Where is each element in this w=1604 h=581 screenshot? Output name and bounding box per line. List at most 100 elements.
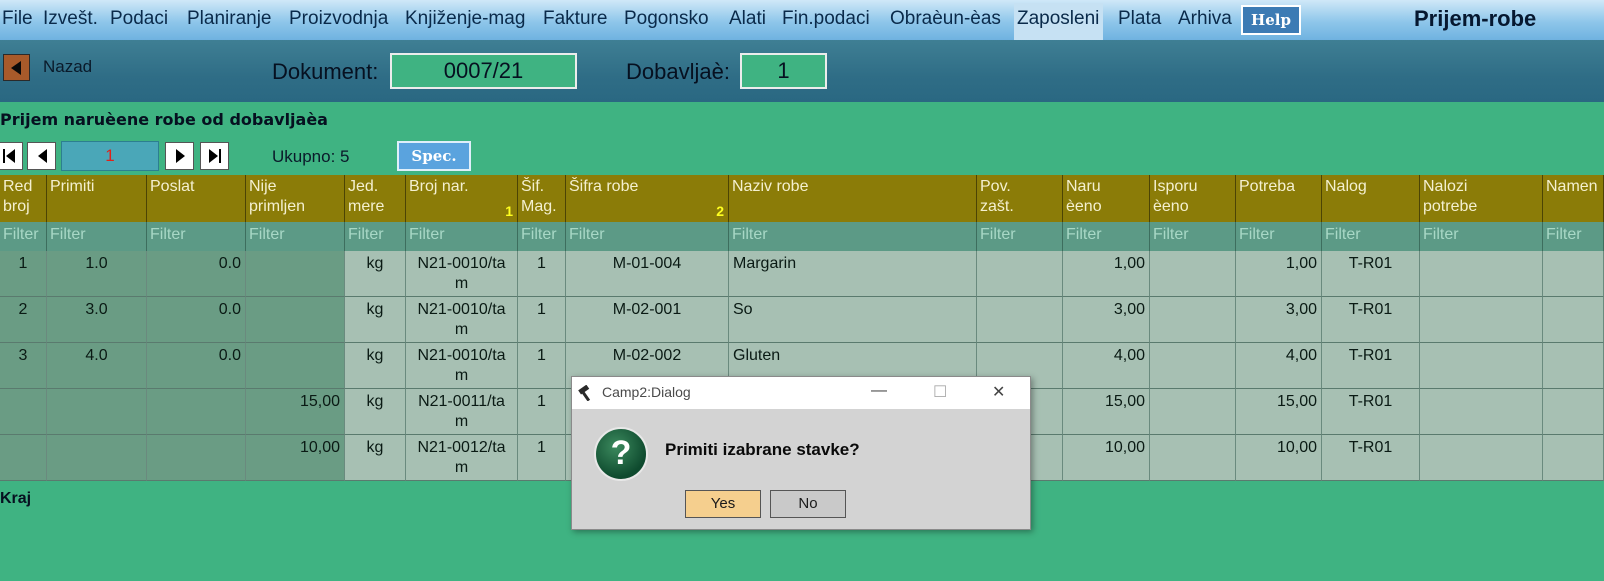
back-label: Nazad: [43, 57, 93, 76]
column-header-broj-nar[interactable]: Broj nar. 1: [406, 175, 518, 222]
document-field[interactable]: 0007/21: [390, 53, 577, 89]
help-button[interactable]: Help: [1241, 5, 1301, 35]
menu-fakture[interactable]: Fakture: [543, 8, 607, 30]
column-header-namena[interactable]: Namen: [1543, 175, 1604, 222]
previous-page-button[interactable]: [27, 142, 56, 170]
cell-naruceno: 10,00: [1063, 435, 1150, 481]
menu-pogonsko[interactable]: Pogonsko: [624, 8, 709, 30]
column-header-sifra-robe[interactable]: Šifra robe 2: [566, 175, 729, 222]
cell-nije-primljen: [246, 297, 345, 343]
document-label: Dokument:: [272, 59, 379, 84]
filter-input-sif-mag[interactable]: Filter: [518, 222, 566, 251]
menu-fin-podaci[interactable]: Fin.podaci: [782, 8, 870, 30]
table-row[interactable]: 2 3.0 0.0 kg N21-0010/ta m 1 M-02-001 So 3,00 3,0…: [0, 297, 1604, 343]
column-header-poslat[interactable]: Poslat: [147, 175, 246, 222]
cell-naziv-robe: So: [729, 297, 977, 343]
menu-alati[interactable]: Alati: [729, 8, 766, 30]
cell-naruceno: 3,00: [1063, 297, 1150, 343]
cell-sif-mag: 1: [518, 435, 566, 481]
filter-input-broj-nar[interactable]: Filter: [406, 222, 518, 251]
page-number-field[interactable]: 1: [61, 141, 159, 171]
cell-potreba: 4,00: [1236, 343, 1322, 389]
filter-input-nalozi-potrebe[interactable]: Filter: [1420, 222, 1543, 251]
table-row[interactable]: 1 1.0 0.0 kg N21-0010/ta m 1 M-01-004 Margarin 1…: [0, 251, 1604, 297]
column-header-naziv-robe[interactable]: Naziv robe: [729, 175, 977, 222]
menu-arhiva[interactable]: Arhiva: [1178, 8, 1232, 30]
column-header-label: Poslat: [150, 178, 195, 195]
column-header-red-broj[interactable]: Red broj: [0, 175, 47, 222]
filter-row: Filter Filter Filter Filter Filter Filter Filt…: [0, 222, 1604, 251]
filter-input-jed-mere[interactable]: Filter: [345, 222, 406, 251]
no-button[interactable]: No: [770, 490, 846, 518]
column-header-isporuceno[interactable]: Isporu èeno: [1150, 175, 1236, 222]
column-header-primiti[interactable]: Primiti: [47, 175, 147, 222]
first-page-icon: [3, 149, 15, 163]
first-page-button[interactable]: [0, 142, 23, 170]
last-page-button[interactable]: [200, 142, 229, 170]
cell-potreba: 10,00: [1236, 435, 1322, 481]
filter-input-namena[interactable]: Filter: [1543, 222, 1604, 251]
column-header-nalog[interactable]: Nalog: [1322, 175, 1420, 222]
menu-planiranje[interactable]: Planiranje: [187, 8, 272, 30]
cell-nije-primljen: [246, 251, 345, 297]
column-header-label: Naru èeno: [1066, 178, 1102, 215]
filter-input-primiti[interactable]: Filter: [47, 222, 147, 251]
hammer-icon: [578, 385, 591, 401]
filter-input-naruceno[interactable]: Filter: [1063, 222, 1150, 251]
filter-input-poslat[interactable]: Filter: [147, 222, 246, 251]
column-header-pov-zast[interactable]: Pov. zašt.: [977, 175, 1063, 222]
column-header-label: Isporu èeno: [1153, 178, 1198, 215]
yes-button[interactable]: Yes: [685, 490, 761, 518]
cell-naruceno: 1,00: [1063, 251, 1150, 297]
filter-input-sifra-robe[interactable]: Filter: [566, 222, 729, 251]
menu-plata[interactable]: Plata: [1118, 8, 1161, 30]
column-header-nije-primljen[interactable]: Nije primljen: [246, 175, 345, 222]
menu-podaci[interactable]: Podaci: [110, 8, 168, 30]
cell-nalozi-potrebe: [1420, 343, 1543, 389]
cell-potreba: 1,00: [1236, 251, 1322, 297]
filter-input-naziv-robe[interactable]: Filter: [729, 222, 977, 251]
supplier-field[interactable]: 1: [740, 53, 827, 89]
column-header-naruceno[interactable]: Naru èeno: [1063, 175, 1150, 222]
column-header-sif-mag[interactable]: Šif. Mag.: [518, 175, 566, 222]
cell-red-broj: 2: [0, 297, 47, 343]
filter-input-nije-primljen[interactable]: Filter: [246, 222, 345, 251]
column-header-label: Primiti: [50, 178, 95, 195]
supplier-label: Dobavljaè:: [626, 59, 730, 84]
cell-poslat: [147, 435, 246, 481]
menu-obracun-cas[interactable]: Obraèun-èas: [890, 8, 1001, 30]
sort-order-badge: 1: [505, 203, 513, 219]
cell-red-broj: 3: [0, 343, 47, 389]
cell-nalozi-potrebe: [1420, 389, 1543, 435]
close-icon[interactable]: ✕: [992, 382, 1005, 402]
maximize-icon[interactable]: ☐: [933, 382, 947, 402]
cell-nalog: T-R01: [1322, 297, 1420, 343]
filter-input-isporuceno[interactable]: Filter: [1150, 222, 1236, 251]
column-header-potreba[interactable]: Potreba: [1236, 175, 1322, 222]
spec-button[interactable]: Spec.: [397, 141, 471, 171]
arrow-left-icon: [11, 61, 21, 75]
filter-input-red-broj[interactable]: Filter: [0, 222, 47, 251]
menu-knjizenje-mag[interactable]: Knjiženje-mag: [405, 8, 525, 30]
menu-file[interactable]: File: [2, 8, 33, 30]
cell-nalog: T-R01: [1322, 343, 1420, 389]
filter-input-potreba[interactable]: Filter: [1236, 222, 1322, 251]
column-header-jed-mere[interactable]: Jed. mere: [345, 175, 406, 222]
cell-sif-mag: 1: [518, 343, 566, 389]
cell-potreba: 3,00: [1236, 297, 1322, 343]
next-page-button[interactable]: [165, 142, 194, 170]
filter-input-pov-zast[interactable]: Filter: [977, 222, 1063, 251]
menu-proizvodnja[interactable]: Proizvodnja: [289, 8, 388, 30]
column-header-nalozi-potrebe[interactable]: Nalozi potrebe: [1420, 175, 1543, 222]
menu-zaposleni[interactable]: Zaposleni: [1014, 3, 1104, 40]
column-header-label: Broj nar.: [409, 178, 469, 195]
menu-izvestaji[interactable]: Izvešt.: [43, 8, 98, 30]
next-page-icon: [176, 149, 185, 163]
back-button[interactable]: [3, 54, 30, 81]
minimize-icon[interactable]: —: [871, 382, 887, 400]
cell-poslat: 0.0: [147, 297, 246, 343]
cell-pov-zast: [977, 251, 1063, 297]
filter-input-nalog[interactable]: Filter: [1322, 222, 1420, 251]
cell-jed-mere: kg: [345, 251, 406, 297]
cell-naruceno: 4,00: [1063, 343, 1150, 389]
